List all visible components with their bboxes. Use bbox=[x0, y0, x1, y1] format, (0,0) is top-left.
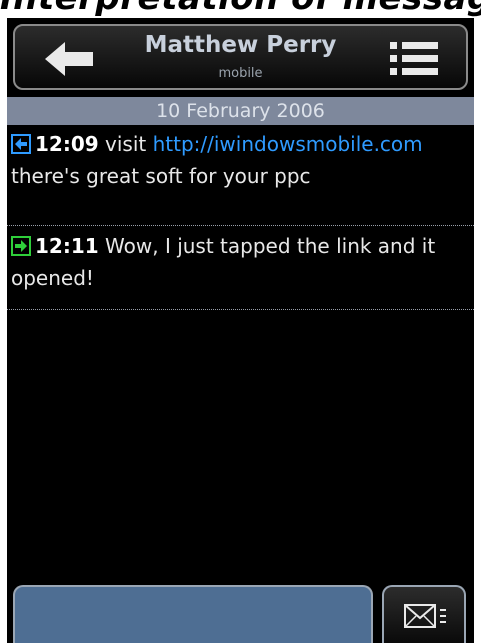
message-text: visit bbox=[105, 132, 147, 156]
menu-button[interactable] bbox=[390, 40, 440, 78]
date-separator: 10 February 2006 bbox=[7, 97, 474, 125]
message-item[interactable]: 12:11 Wow, I just tapped the link and it… bbox=[7, 230, 474, 310]
back-arrow-icon bbox=[45, 42, 93, 76]
menu-list-icon bbox=[390, 42, 438, 75]
app-frame: Interpretation of messages Matthew Perry… bbox=[0, 0, 481, 643]
contact-type: mobile bbox=[218, 66, 263, 81]
message-input[interactable] bbox=[15, 587, 371, 643]
incoming-arrow-icon bbox=[11, 134, 31, 154]
message-time: 12:11 bbox=[35, 234, 99, 258]
envelope-icon bbox=[404, 604, 446, 628]
page-heading: Interpretation of messages bbox=[0, 0, 481, 18]
contact-name: Matthew Perry bbox=[144, 32, 337, 58]
outgoing-arrow-icon bbox=[11, 236, 31, 256]
conversation-screen: Matthew Perry mobile 10 February 2006 12… bbox=[7, 18, 474, 643]
message-input-container bbox=[13, 585, 373, 643]
message-link[interactable]: http://iwindowsmobile.com bbox=[153, 132, 423, 156]
message-item[interactable]: 12:09 visit http://iwindowsmobile.com th… bbox=[7, 128, 474, 226]
send-button[interactable] bbox=[382, 585, 466, 643]
message-text: there's great soft for your ppc bbox=[11, 164, 311, 188]
back-button[interactable] bbox=[45, 42, 105, 76]
conversation-header: Matthew Perry mobile bbox=[13, 24, 468, 90]
message-time: 12:09 bbox=[35, 132, 99, 156]
